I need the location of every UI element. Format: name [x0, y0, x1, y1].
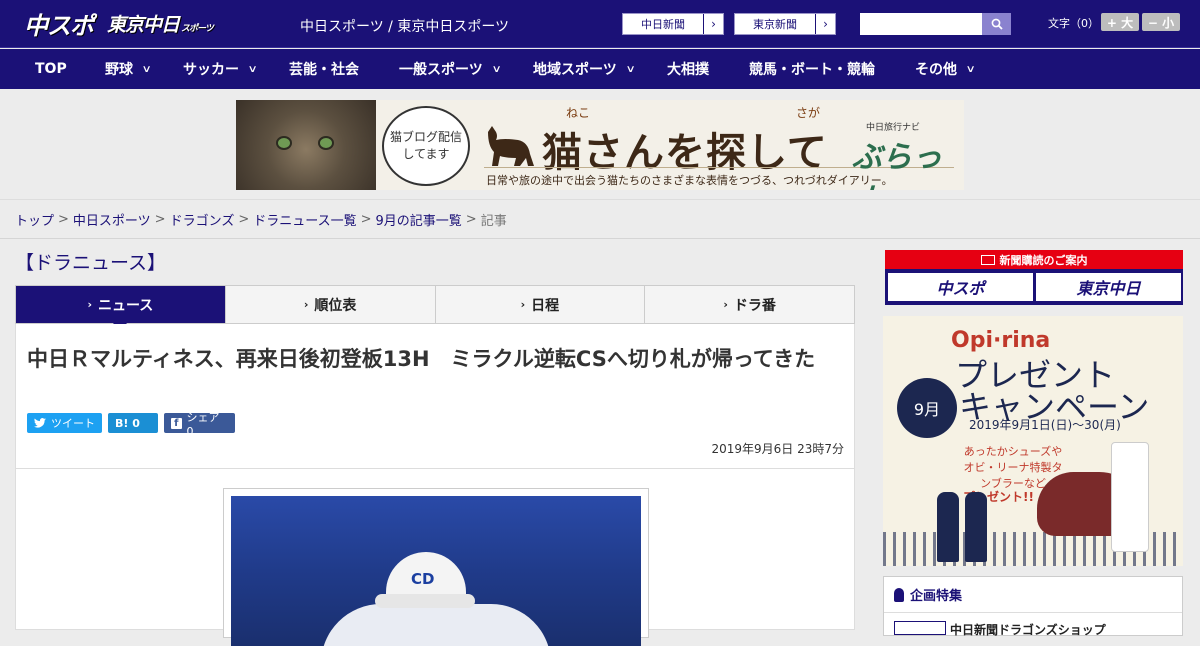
subscription-box: 新聞購読のご案内 中スポ 東京中日: [885, 250, 1183, 305]
font-larger-button[interactable]: + 大: [1101, 13, 1139, 31]
nav-item-general-sports[interactable]: 一般スポーツ ∨: [399, 49, 502, 89]
tab-news[interactable]: › ニュース: [16, 286, 226, 331]
breadcrumb-link-top[interactable]: トップ: [15, 210, 54, 229]
article: 中日Ｒマルティネス、再来日後初登板13H ミラクル逆転CSへ切り札が帰ってきた …: [15, 324, 855, 646]
twitter-icon: [34, 418, 46, 428]
breadcrumb-link-chunichi-sports[interactable]: 中日スポーツ: [73, 210, 151, 229]
banner-ruby: さが: [796, 106, 821, 120]
nav-item-entertainment[interactable]: 芸能・社会: [289, 49, 359, 89]
chunichi-shimbun-link[interactable]: 中日新聞 ›: [622, 13, 724, 35]
pin-icon: [894, 587, 904, 602]
article-date: 2019年9月6日 23時7分: [711, 442, 844, 456]
font-size-label: 文字（0）: [1048, 17, 1099, 30]
nav-item-racing[interactable]: 競馬・ボート・競輪: [749, 49, 875, 89]
logo-tokyo-chunichi: 東京中日 スポーツ: [107, 13, 214, 36]
cat-photo: [236, 100, 376, 190]
tab-schedule[interactable]: › 日程: [436, 286, 646, 323]
tab-dora-ban[interactable]: › ドラ番: [645, 286, 854, 323]
chevron-right-icon: ›: [815, 14, 835, 34]
nav-item-baseball[interactable]: 野球 ∨: [105, 49, 152, 89]
feature-box: 企画特集 中日新聞ドラゴンズショップ: [883, 576, 1183, 637]
dragons-cap-logo: CD: [411, 570, 435, 588]
main-nav: TOP 野球 ∨ サッカー ∨ 芸能・社会 一般スポーツ ∨ 地域スポーツ ∨ 大相撲 …: [0, 49, 1200, 89]
logo-chuspo: 中スポ: [24, 11, 94, 40]
chevron-right-icon: ›: [703, 14, 723, 34]
site-name: 中日スポーツ / 東京中日スポーツ: [300, 19, 510, 35]
nav-item-local-sports[interactable]: 地域スポーツ ∨: [533, 49, 636, 89]
search-button[interactable]: [982, 13, 1011, 35]
top-bar: 中スポ 東京中日 スポーツ 中日スポーツ / 東京中日スポーツ 中日新聞 › 東京…: [0, 0, 1200, 48]
facebook-share-button[interactable]: f シェア 0: [164, 411, 235, 438]
chevron-right-icon: ›: [723, 298, 728, 311]
player-cap-brim: [375, 594, 475, 608]
banner-brand: ぶらっ人: [852, 140, 942, 190]
subscription-header: 新聞購読のご案内: [885, 250, 1183, 269]
player-shoulder: [321, 604, 551, 646]
search-icon: [991, 18, 1003, 30]
main-content: 【ドラニュース】 › ニュース › 順位表 › 日程 › ドラ番 中日Ｒマルティネス、再…: [15, 240, 855, 646]
nav-item-soccer[interactable]: サッカー ∨: [183, 49, 258, 89]
feature-thumbnail[interactable]: [894, 621, 946, 635]
chevron-down-icon: ∨: [141, 63, 152, 75]
breadcrumb-link-dragons[interactable]: ドラゴンズ: [170, 210, 235, 229]
article-photo[interactable]: CD: [231, 496, 641, 646]
chevron-right-icon: ›: [87, 298, 92, 311]
cat-eye: [276, 136, 292, 150]
chevron-down-icon: ∨: [491, 63, 502, 75]
chevron-down-icon: ∨: [247, 63, 258, 75]
cat-eye: [318, 136, 334, 150]
banner-title: 猫さんを探して: [542, 130, 828, 176]
font-smaller-button[interactable]: − 小: [1142, 13, 1180, 31]
breadcrumb: トップ > 中日スポーツ > ドラゴンズ > ドラニュース一覧 > 9月の記事一覧 > 記…: [0, 200, 1200, 239]
tab-standings[interactable]: › 順位表: [226, 286, 436, 323]
rabbit-icon: [965, 492, 987, 562]
article-photo-frame: CD: [223, 488, 649, 646]
breadcrumb-link-news-list[interactable]: ドラニュース一覧: [253, 210, 356, 229]
ad-date: 2019年9月1日(日)〜30(月): [969, 418, 1121, 432]
breadcrumb-link-september[interactable]: 9月の記事一覧: [376, 210, 462, 229]
banner-ruby: ねこ: [566, 106, 591, 120]
chevron-right-icon: ›: [303, 298, 309, 311]
opirina-campaign-ad[interactable]: Opi·rina プレゼント キャンペーン 2019年9月1日(日)〜30(月)…: [883, 316, 1183, 566]
chevron-down-icon: ∨: [965, 63, 976, 75]
search-input[interactable]: [860, 13, 982, 35]
subscribe-tokyo-chunichi-button[interactable]: 東京中日: [1036, 273, 1181, 301]
banner-subtitle: 日常や旅の途中で出会う猫たちのさまざまな表情をつづる、つれづれダイアリー。: [486, 174, 893, 187]
article-headline: 中日Ｒマルティネス、再来日後初登板13H ミラクル逆転CSへ切り札が帰ってきた: [27, 347, 816, 371]
ad-month-badge: 9月: [897, 378, 957, 438]
article-tabs: › ニュース › 順位表 › 日程 › ドラ番: [15, 285, 855, 331]
rabbit-icon: [937, 492, 959, 562]
speech-bubble: 猫ブログ配信してます: [382, 106, 470, 186]
nav-item-sumo[interactable]: 大相撲: [667, 49, 709, 89]
feature-header: 企画特集: [884, 577, 1182, 613]
tweet-button[interactable]: ツイート: [27, 413, 102, 433]
nav-item-top[interactable]: TOP: [35, 49, 67, 89]
breadcrumb-current: 記事: [480, 213, 507, 229]
banner-area: 猫ブログ配信してます ねこ さが 猫さんを探して 日常や旅の途中で出会う猫たちの…: [0, 89, 1200, 200]
subscribe-chuspo-button[interactable]: 中スポ: [888, 273, 1033, 301]
divider: [16, 468, 854, 469]
chevron-down-icon: ∨: [625, 63, 636, 75]
facebook-icon: f: [171, 417, 182, 429]
chevron-right-icon: ›: [520, 298, 526, 311]
cat-blog-banner[interactable]: 猫ブログ配信してます ねこ さが 猫さんを探して 日常や旅の途中で出会う猫たちの…: [236, 100, 964, 190]
section-title: 【ドラニュース】: [15, 252, 167, 274]
tokyo-shimbun-link[interactable]: 東京新聞 ›: [734, 13, 836, 35]
site-logo[interactable]: 中スポ 東京中日 スポーツ: [24, 8, 214, 40]
hatena-bookmark-button[interactable]: B! 0: [108, 413, 158, 433]
ad-tumbler-image: [1111, 442, 1149, 552]
cat-silhouette-icon: [488, 126, 534, 166]
nav-item-other[interactable]: その他 ∨: [915, 49, 976, 89]
newspaper-icon: [980, 254, 995, 265]
